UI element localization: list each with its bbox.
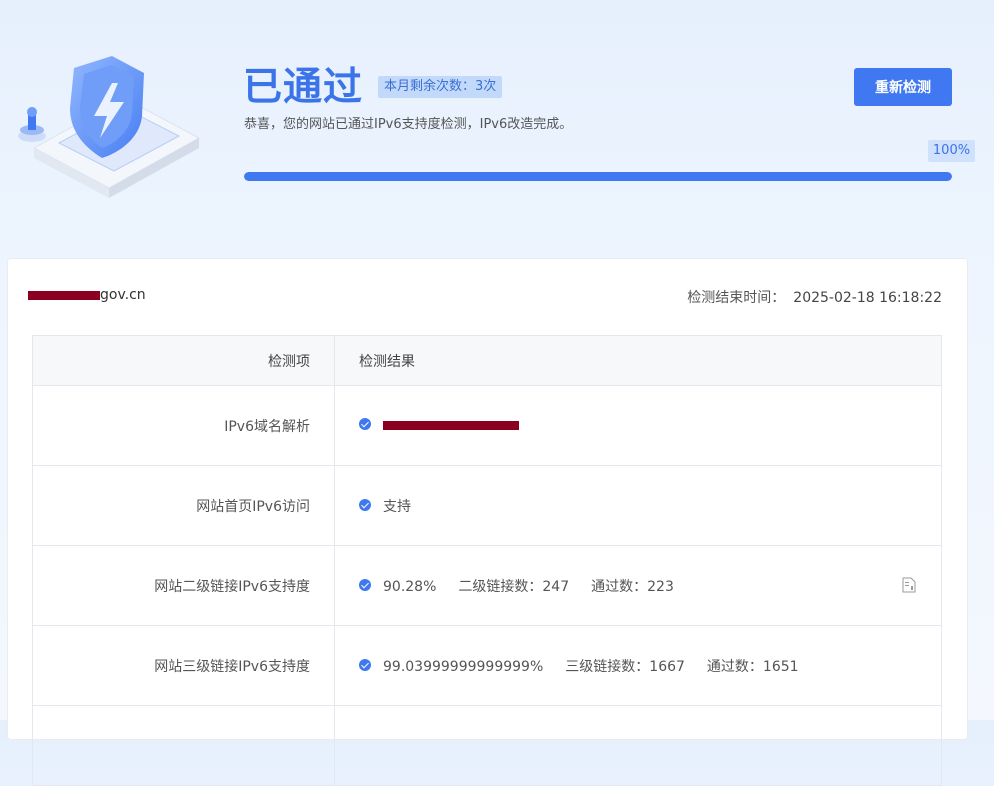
recheck-button[interactable]: 重新检测	[854, 68, 952, 106]
pass-count-value: 1651	[762, 658, 799, 675]
column-header-result: 检测结果	[334, 335, 942, 386]
link-count-value: 247	[542, 578, 570, 595]
table-header-row: 检测项 检测结果	[32, 335, 942, 386]
check-icon	[359, 658, 371, 671]
check-icon	[359, 417, 371, 430]
table-row	[32, 705, 942, 786]
status-title: 已通过	[243, 65, 364, 110]
finish-time-label: 检测结束时间：	[687, 290, 786, 306]
column-header-item: 检测项	[32, 335, 335, 386]
finish-time: 检测结束时间： 2025-02-18 16:18:22	[687, 287, 942, 307]
row-result: 90.28% 二级链接数：247 通过数：223	[334, 545, 942, 626]
table-row: 网站二级链接IPv6支持度 90.28% 二级链接数：247 通过数：223	[32, 545, 942, 626]
remaining-count-badge: 本月剩余次数：3次	[378, 76, 503, 98]
check-icon	[359, 498, 371, 511]
remaining-count-label: 本月剩余次数：	[384, 79, 476, 94]
pass-count-value: 223	[647, 578, 674, 595]
check-icon	[359, 578, 371, 591]
row-item-label: IPv6域名解析	[32, 385, 335, 466]
link-count-label: 二级链接数：	[458, 578, 543, 595]
result-value: 支持	[383, 498, 411, 515]
redacted-ipv6-address	[383, 421, 519, 430]
pass-count-label: 通过数：	[591, 578, 648, 595]
row-item-label: 网站三级链接IPv6支持度	[32, 625, 335, 706]
pass-count-label: 通过数：	[706, 658, 763, 675]
result-value: 90.28%	[383, 578, 437, 595]
status-subtitle: 恭喜，您的网站已通过IPv6支持度检测，IPv6改造完成。	[244, 117, 573, 132]
domain-suffix: gov.cn	[100, 287, 146, 303]
progress-percent-label: 100%	[928, 140, 975, 162]
remaining-count-value: 3次	[475, 79, 497, 94]
site-domain: gov.cn	[28, 287, 146, 303]
link-count-value: 1667	[649, 658, 685, 675]
row-item-label: 网站首页IPv6访问	[32, 465, 335, 546]
document-report-icon[interactable]	[901, 577, 917, 593]
table-row: 网站三级链接IPv6支持度 99.03999999999999% 三级链接数：16…	[32, 625, 942, 706]
result-card: gov.cn 检测结束时间： 2025-02-18 16:18:22 检测项 检测…	[7, 258, 968, 786]
row-result	[334, 385, 942, 466]
table-row: 网站首页IPv6访问 支持	[32, 465, 942, 546]
redacted-domain-prefix	[28, 290, 100, 300]
row-item-label: 网站二级链接IPv6支持度	[32, 545, 335, 626]
row-result: 支持	[334, 465, 942, 546]
progress-fill	[244, 172, 952, 181]
link-count-label: 三级链接数：	[565, 658, 650, 675]
shield-lightning-icon	[18, 56, 201, 198]
row-result: 99.03999999999999% 三级链接数：1667 通过数：1651	[334, 625, 942, 706]
result-value: 99.03999999999999%	[383, 658, 544, 675]
finish-time-value: 2025-02-18 16:18:22	[793, 290, 942, 306]
table-row: IPv6域名解析	[32, 385, 942, 466]
progress-bar	[244, 172, 952, 181]
result-table: 检测项 检测结果 IPv6域名解析 网站首页IPv6访问 支持 网站二级链接IP…	[32, 335, 942, 786]
